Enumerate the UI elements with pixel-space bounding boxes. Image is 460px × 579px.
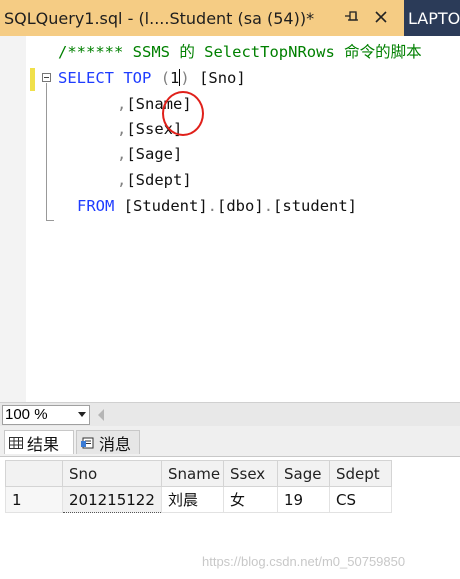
zoom-value: 100 % <box>5 406 48 423</box>
chevron-down-icon[interactable] <box>78 412 86 417</box>
fold-guide-end <box>46 220 54 221</box>
header-sname[interactable]: Sname <box>161 460 224 487</box>
cell-sno[interactable]: 201215122 <box>62 486 162 513</box>
column-sno: [Sno] <box>199 69 246 87</box>
comma: , <box>117 171 127 189</box>
table-name: [student] <box>273 197 358 215</box>
cell-sage[interactable]: 19 <box>277 486 330 513</box>
keyword-select: SELECT <box>58 69 114 87</box>
comma: , <box>117 145 127 163</box>
code-line-select: SELECT TOP (1) [Sno] <box>58 68 246 88</box>
editor-gutter <box>0 36 26 402</box>
header-row: Sno Sname Ssex Sage Sdept <box>5 460 392 487</box>
tab-title: SQLQuery1.sql - (l....Student (sa (54))* <box>4 8 315 28</box>
code-comment-line: /****** SSMS 的 SelectTopNRows 命令的脚本 <box>58 43 422 61</box>
keyword-from: FROM <box>77 197 115 215</box>
tab-sqlquery1[interactable]: SQLQuery1.sql - (l....Student (sa (54))* <box>0 0 404 36</box>
tab-laptop[interactable]: LAPTOP <box>404 0 460 36</box>
paren-open: ( <box>160 69 171 87</box>
schema-name: [dbo] <box>217 197 264 215</box>
header-sdept[interactable]: Sdept <box>329 460 392 487</box>
top-count: 1 <box>170 69 180 87</box>
keyword-top: TOP <box>123 69 152 87</box>
query-editor[interactable]: /****** SSMS 的 SelectTopNRows 命令的脚本 SELE… <box>0 36 460 402</box>
annotation-circle <box>162 91 204 136</box>
results-grid: Sno Sname Ssex Sage Sdept 1 201215122 刘晨… <box>0 456 460 579</box>
message-icon <box>81 437 94 448</box>
change-indicator <box>30 68 35 91</box>
close-icon[interactable] <box>372 8 390 26</box>
comma: , <box>117 120 127 138</box>
tab-results-label: 结果 <box>27 434 60 454</box>
row-number[interactable]: 1 <box>5 486 63 513</box>
code-line-sage: ,[Sage] <box>117 144 182 164</box>
header-rownum[interactable] <box>5 460 63 487</box>
results-table: Sno Sname Ssex Sage Sdept 1 201215122 刘晨… <box>5 460 392 513</box>
column-sdept: [Sdept] <box>126 171 192 189</box>
header-ssex[interactable]: Ssex <box>223 460 278 487</box>
collapse-icon[interactable] <box>42 73 51 82</box>
paren-close: ) <box>180 69 190 87</box>
column-sage: [Sage] <box>126 145 183 163</box>
code-line-from: FROM [Student].[dbo].[student] <box>77 196 357 216</box>
header-sage[interactable]: Sage <box>277 460 330 487</box>
fold-guide <box>46 83 47 221</box>
grid-icon <box>9 436 23 449</box>
zoom-select[interactable]: 100 % <box>2 405 90 425</box>
db-name: [Student] <box>123 197 208 215</box>
dot: . <box>207 197 218 215</box>
pin-icon[interactable] <box>343 8 361 26</box>
result-tabs: 结果 消息 <box>0 426 460 456</box>
cell-sname[interactable]: 刘晨 <box>161 486 224 513</box>
scroll-left-icon[interactable] <box>98 409 104 421</box>
dot: . <box>263 197 274 215</box>
header-sno[interactable]: Sno <box>62 460 162 487</box>
tab-messages[interactable]: 消息 <box>76 430 140 454</box>
cell-sdept[interactable]: CS <box>329 486 392 513</box>
code-line-sdept: ,[Sdept] <box>117 170 192 190</box>
table-row[interactable]: 1 201215122 刘晨 女 19 CS <box>5 486 392 513</box>
cell-ssex[interactable]: 女 <box>223 486 278 513</box>
tab-results[interactable]: 结果 <box>4 430 74 454</box>
zoom-bar: 100 % <box>0 402 460 426</box>
document-tab-bar: SQLQuery1.sql - (l....Student (sa (54))*… <box>0 0 460 36</box>
watermark: https://blog.csdn.net/m0_50759850 <box>202 554 406 569</box>
comma: , <box>117 95 127 113</box>
tab-messages-label: 消息 <box>99 434 132 454</box>
